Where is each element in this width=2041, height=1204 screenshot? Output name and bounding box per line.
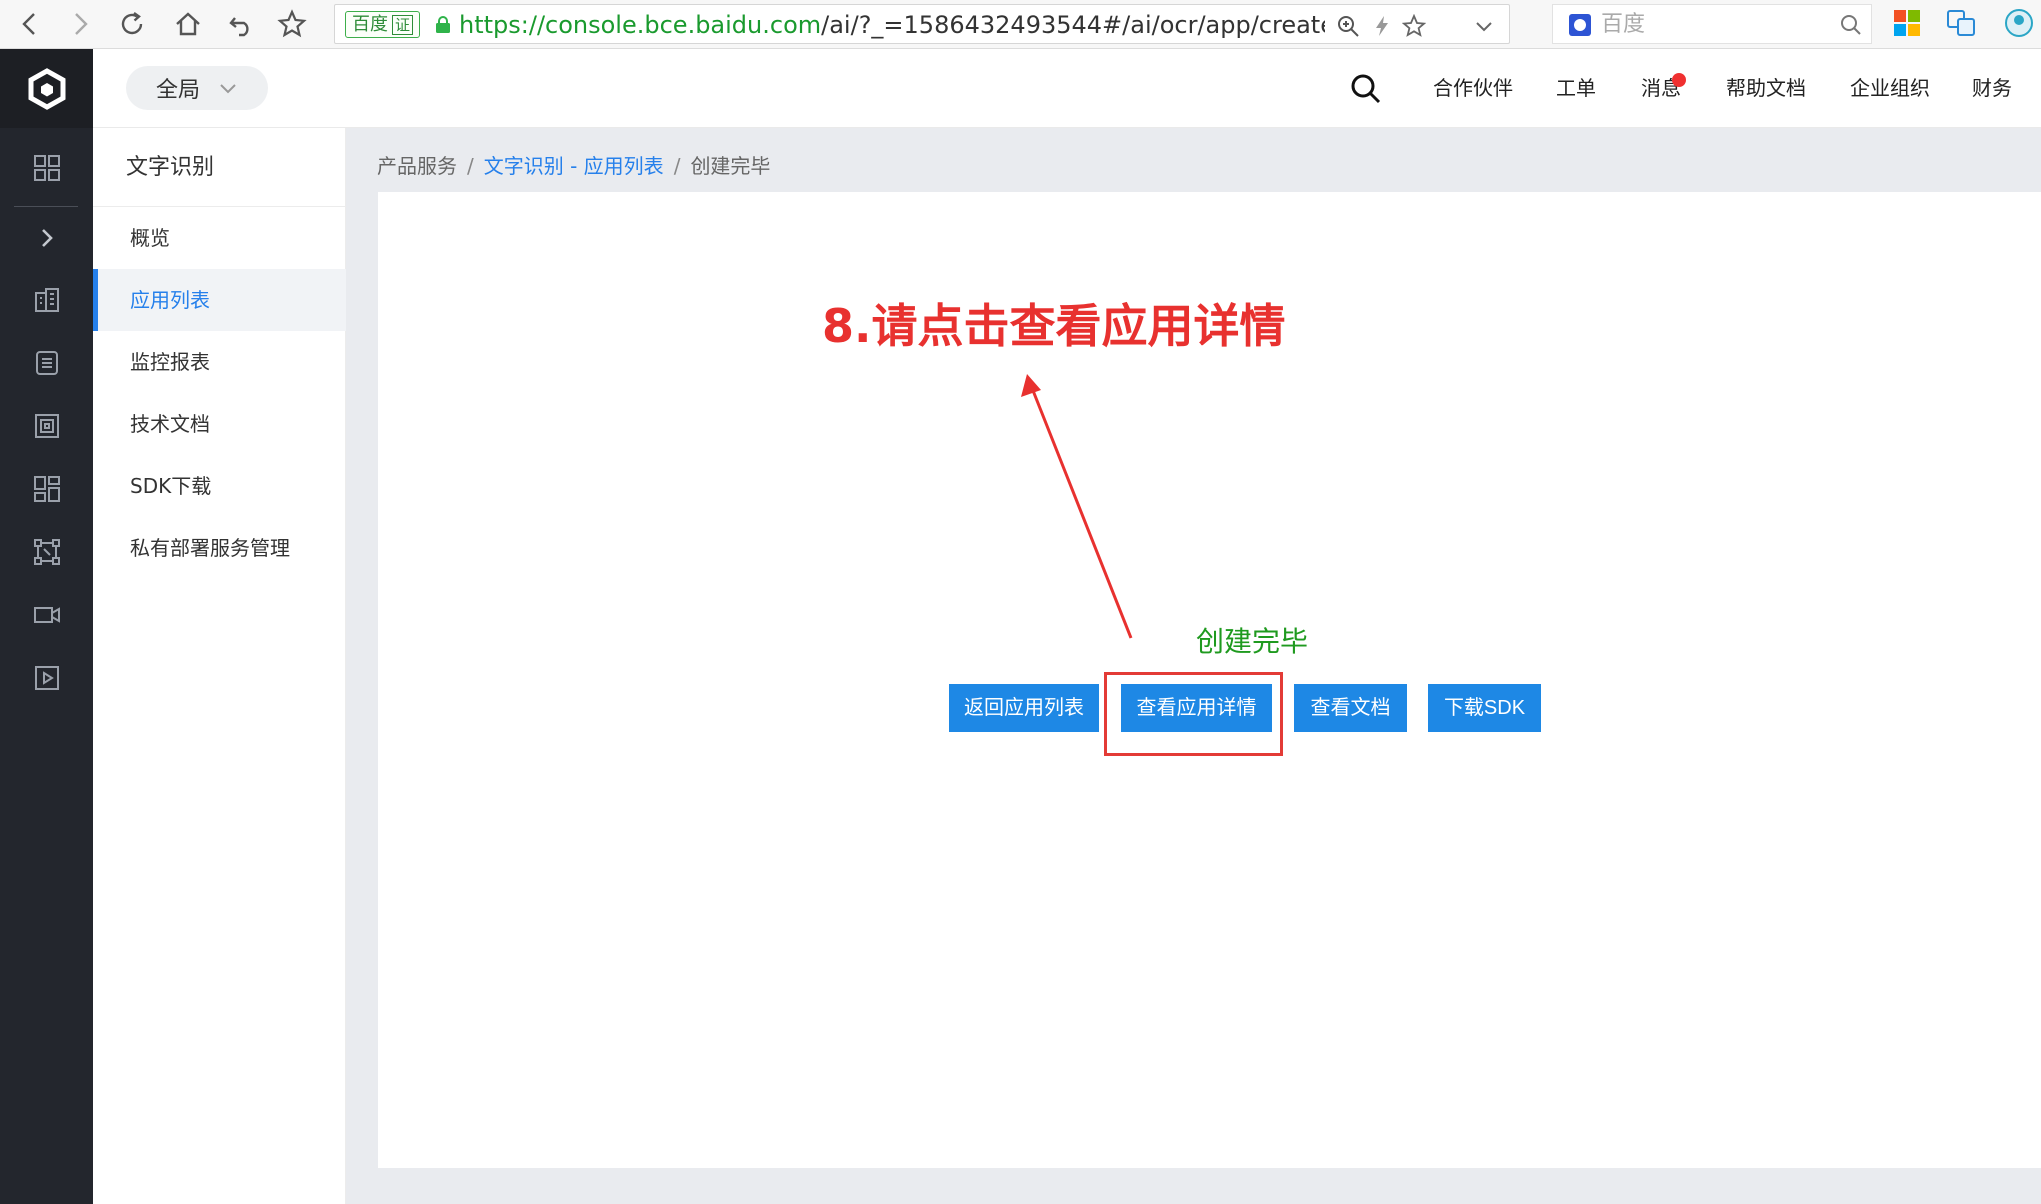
lock-icon (436, 16, 450, 33)
nav-help-docs[interactable]: 帮助文档 (1726, 49, 1806, 128)
sidebar-item-tech-docs[interactable]: 技术文档 (93, 393, 346, 455)
storage-icon (34, 414, 59, 438)
nav-messages[interactable]: 消息 (1641, 49, 1681, 128)
home-icon[interactable] (168, 4, 208, 44)
breadcrumb-separator: / (673, 154, 681, 178)
view-docs-button[interactable]: 查看文档 (1294, 684, 1407, 732)
url-scheme: https:// (459, 11, 546, 39)
breadcrumb: 产品服务 / 文字识别 - 应用列表 / 创建完毕 (377, 148, 770, 184)
nav-finance[interactable]: 财务 (1972, 49, 2012, 128)
url-text[interactable]: https://console.bce.baidu.com/ai/?_=1586… (459, 5, 1325, 45)
sidebar-item-app-list[interactable]: 应用列表 (93, 269, 346, 331)
sidebar-item-private-deploy[interactable]: 私有部署服务管理 (93, 517, 346, 579)
rail-database[interactable] (0, 335, 93, 391)
user-avatar-icon[interactable] (2004, 8, 2034, 38)
play-icon (34, 666, 59, 690)
network-icon (33, 539, 60, 565)
video-camera-icon (33, 607, 60, 623)
bookmark-star-icon[interactable] (272, 4, 312, 44)
nav-organization[interactable]: 企业组织 (1850, 49, 1930, 128)
breadcrumb-root: 产品服务 (377, 154, 457, 178)
address-bar[interactable]: 百度 证 https://console.bce.baidu.com/ai/?_… (334, 4, 1510, 44)
breadcrumb-separator: / (467, 154, 474, 178)
rail-media[interactable] (0, 650, 93, 706)
chevron-right-icon (41, 229, 53, 247)
certificate-badge[interactable]: 百度 证 (345, 11, 421, 38)
rail-storage[interactable] (0, 398, 93, 454)
rail-modules[interactable] (0, 461, 93, 517)
rail-divider (14, 206, 78, 207)
creation-complete-title: 创建完毕 (1196, 625, 1309, 658)
breadcrumb-link-app-list[interactable]: 文字识别 - 应用列表 (484, 154, 664, 178)
certificate-mark: 证 (392, 14, 414, 35)
sidebar-item-overview[interactable]: 概览 (93, 207, 346, 269)
side-menu-title: 文字识别 (93, 128, 346, 207)
baidu-paw-icon (1569, 14, 1591, 36)
database-icon (35, 351, 58, 375)
refresh-icon[interactable] (112, 4, 152, 44)
download-sdk-button[interactable]: 下载SDK (1428, 684, 1541, 732)
rail-expand[interactable] (0, 210, 93, 266)
tutorial-annotation: 8.请点击查看应用详情 (822, 299, 1286, 353)
region-scope-select[interactable]: 全局 (126, 66, 268, 110)
console-logo[interactable] (0, 49, 93, 128)
nav-tickets[interactable]: 工单 (1556, 49, 1596, 128)
url-path: /ai/?_=1586432493544#/ai/ocr/app/created… (821, 11, 1325, 39)
rail-dashboard[interactable] (0, 140, 93, 196)
building-icon (34, 288, 59, 312)
region-scope-label: 全局 (156, 78, 201, 103)
rail-video[interactable] (0, 587, 93, 643)
browser-search-placeholder: 百度 (1601, 12, 1646, 37)
favorite-star-icon[interactable] (1401, 13, 1427, 39)
back-to-app-list-button[interactable]: 返回应用列表 (949, 684, 1099, 732)
search-icon[interactable] (1350, 73, 1382, 105)
grid-icon (33, 155, 60, 181)
product-icon-rail (0, 128, 93, 1204)
ocr-side-menu: 文字识别 概览 应用列表 监控报表 技术文档 SDK下载 私有部署服务管理 (93, 128, 346, 1204)
url-host: console.bce.baidu.com (545, 11, 822, 39)
message-badge-dot (1672, 73, 1686, 87)
modules-icon (33, 476, 60, 502)
browser-search-box[interactable]: 百度 (1552, 4, 1872, 44)
translate-icon[interactable] (1946, 8, 1976, 38)
forward-arrow-icon[interactable] (60, 4, 100, 44)
certificate-label: 百度 (352, 14, 388, 35)
search-icon[interactable] (1839, 13, 1863, 37)
dropdown-chevron-icon[interactable] (1471, 13, 1497, 39)
sidebar-item-monitoring[interactable]: 监控报表 (93, 331, 346, 393)
back-arrow-icon[interactable] (10, 4, 50, 44)
undo-icon[interactable] (222, 4, 262, 44)
zoom-icon[interactable] (1335, 13, 1361, 39)
console-header: 全局 合作伙伴 工单 消息 帮助文档 企业组织 财务 (0, 49, 2041, 128)
chevron-down-icon (220, 84, 236, 94)
rail-network[interactable] (0, 524, 93, 580)
rail-compute[interactable] (0, 272, 93, 328)
lightning-icon[interactable] (1369, 13, 1395, 39)
apps-grid-icon[interactable] (1892, 8, 1922, 38)
browser-toolbar: 百度 证 https://console.bce.baidu.com/ai/?_… (0, 0, 2041, 49)
view-app-details-button[interactable]: 查看应用详情 (1121, 684, 1272, 732)
breadcrumb-current: 创建完毕 (690, 154, 771, 178)
sidebar-item-sdk-download[interactable]: SDK下载 (93, 455, 346, 517)
cube-logo-icon (28, 67, 65, 110)
nav-partners[interactable]: 合作伙伴 (1433, 49, 1513, 128)
